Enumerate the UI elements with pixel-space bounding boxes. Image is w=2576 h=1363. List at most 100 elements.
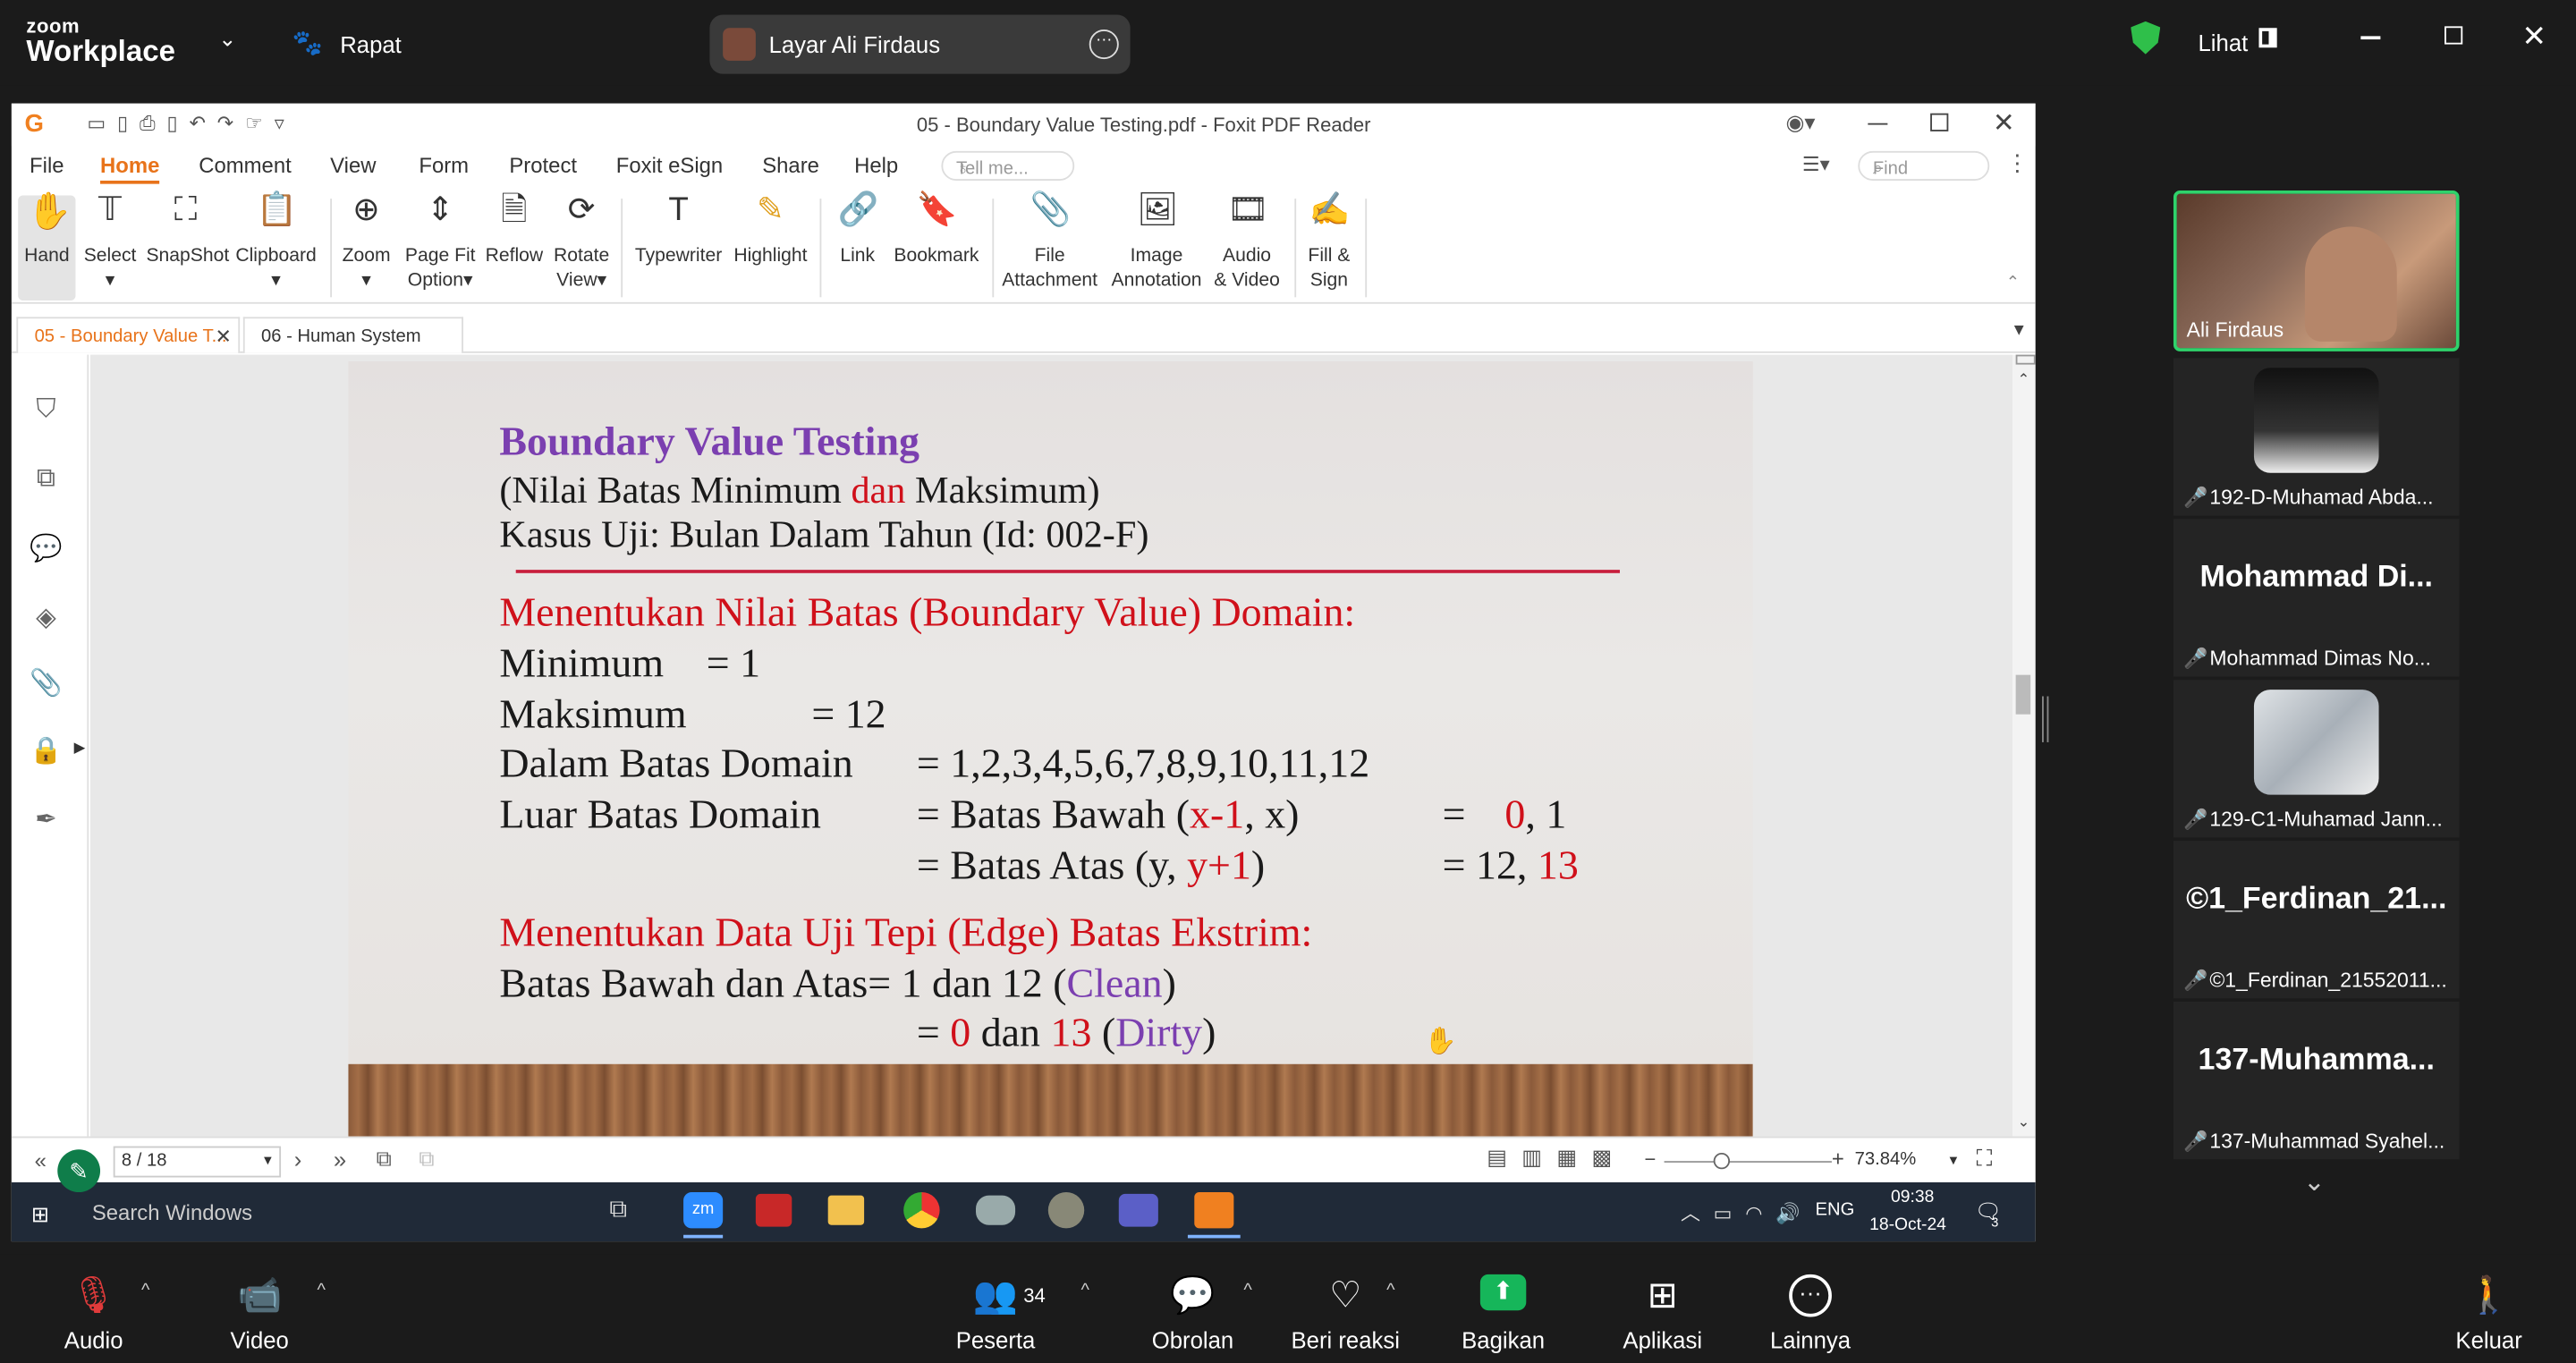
collapse-ribbon-icon[interactable]: ⌃	[2006, 275, 2020, 292]
quick-access-icons[interactable]: ▭▯⎙▯↶↷☞▿	[87, 112, 295, 137]
more-options-icon[interactable]: ···	[1089, 30, 1119, 60]
meeting-label[interactable]: Rapat	[340, 31, 402, 57]
reflow-button[interactable]: 🗎 Reflow	[485, 194, 544, 269]
menu-share[interactable]: Share	[762, 153, 819, 178]
next-view-icon[interactable]: ⧉	[419, 1147, 434, 1173]
select-tool-button[interactable]: 𝕋 Select ▾	[84, 194, 137, 293]
prev-view-icon[interactable]: ⧉	[377, 1147, 392, 1173]
restore-icon[interactable]	[2445, 26, 2463, 45]
app-icon-red[interactable]	[755, 1193, 792, 1227]
tell-me-box[interactable]: ♁ Tell me...	[941, 150, 1075, 181]
language-indicator[interactable]: ENG	[1816, 1200, 1855, 1220]
panel-resize-handle[interactable]	[2042, 696, 2049, 742]
chat-options-icon[interactable]: ^	[1243, 1281, 1251, 1300]
find-options-icon[interactable]: ☰▾	[1802, 153, 1830, 176]
share-button[interactable]: ⬆ Bagikan	[1429, 1274, 1577, 1353]
layers-panel-icon[interactable]: ◈	[30, 601, 63, 634]
app-icon-avatar[interactable]	[1047, 1192, 1085, 1229]
menu-home[interactable]: Home	[100, 153, 160, 184]
tabs-dropdown-icon[interactable]: ▼	[2011, 322, 2027, 340]
clock-time[interactable]: 09:38	[1891, 1188, 1934, 1207]
zoom-button[interactable]: ⊕ Zoom ▾	[338, 194, 394, 293]
fill-sign-button[interactable]: ✍ Fill & Sign	[1301, 194, 1357, 293]
participant-tile[interactable]: ©1_Ferdinan_21... 🎤 ©1_Ferdinan_21552011.…	[2173, 841, 2460, 999]
menu-file[interactable]: File	[30, 153, 64, 178]
typewriter-button[interactable]: T Typewriter	[632, 194, 724, 269]
close-icon[interactable]: ✕	[2521, 20, 2546, 55]
signature-panel-icon[interactable]: ✒	[30, 803, 63, 836]
bookmark-panel-icon[interactable]: ⛉	[30, 396, 63, 429]
next-page-icon[interactable]: ›	[294, 1147, 302, 1173]
last-page-icon[interactable]: »	[334, 1147, 346, 1173]
comments-panel-icon[interactable]: 💬	[30, 532, 63, 565]
audio-options-icon[interactable]: ^	[141, 1281, 149, 1300]
participants-button[interactable]: 👥 Peserta	[921, 1274, 1069, 1353]
security-panel-icon[interactable]: 🔒	[30, 734, 63, 767]
react-button[interactable]: ♡ Beri reaksi	[1272, 1274, 1419, 1353]
find-box[interactable]: ⌕ Find	[1858, 150, 1990, 181]
tray-icons[interactable]: ︿▭◠🔊	[1681, 1198, 1813, 1226]
hand-tool-button[interactable]: ✋ Hand	[18, 193, 76, 301]
page-input[interactable]: 8 / 18 ▼	[113, 1146, 282, 1178]
screen-share-pill[interactable]: Layar Ali Firdaus ···	[709, 14, 1131, 74]
clock-date[interactable]: 18-Oct-24	[1869, 1215, 1946, 1235]
view-mode-icons[interactable]: ▤▥▦▩	[1487, 1145, 1626, 1171]
fx-minimize-icon[interactable]	[1868, 123, 1888, 125]
task-view-icon[interactable]: ⧉	[609, 1196, 627, 1223]
zoom-level-box[interactable]: 73.84% ▼	[1848, 1147, 1963, 1178]
tab-human-system[interactable]: 06 - Human System Inte...	[242, 317, 463, 383]
fullscreen-icon[interactable]: ⛶	[1977, 1145, 1993, 1173]
tab-boundary-value[interactable]: 05 - Boundary Value T... ✕	[16, 317, 241, 354]
react-options-icon[interactable]: ^	[1386, 1281, 1394, 1300]
participant-tile[interactable]: Mohammad Di... 🎤 Mohammad Dimas No...	[2173, 519, 2460, 677]
attachments-panel-icon[interactable]: 📎	[30, 666, 63, 699]
chevron-down-icon[interactable]: ⌄	[218, 26, 236, 52]
view-label[interactable]: Lihat	[2199, 30, 2249, 55]
participant-tile[interactable]: 137-Muhamma... 🎤 137-Muhammad Syahel...	[2173, 1002, 2460, 1160]
windows-start-icon[interactable]: ⊞	[31, 1202, 55, 1227]
file-explorer-icon[interactable]	[827, 1195, 865, 1225]
account-icon[interactable]: ◉▾	[1785, 110, 1815, 136]
audio-video-button[interactable]: 🎞 Audio & Video	[1212, 194, 1281, 293]
scroll-down-icon[interactable]: ⌄	[2017, 1113, 2029, 1131]
app-icon-gray[interactable]	[975, 1195, 1016, 1225]
menu-protect[interactable]: Protect	[509, 153, 577, 178]
bookmark-button[interactable]: 🔖 Bookmark	[892, 194, 980, 269]
document-view[interactable]: Boundary Value Testing (Nilai Batas Mini…	[90, 354, 2012, 1150]
zoom-app-icon[interactable]: zm	[683, 1192, 724, 1229]
teams-icon[interactable]	[1118, 1193, 1158, 1227]
file-attachment-button[interactable]: 📎 File Attachment	[999, 194, 1101, 293]
zoom-in-icon[interactable]: +	[1832, 1147, 1844, 1172]
link-button[interactable]: 🔗 Link	[833, 194, 882, 269]
zoom-slider[interactable]	[1664, 1161, 1832, 1163]
zoom-out-icon[interactable]: −	[1645, 1147, 1657, 1171]
menu-help[interactable]: Help	[854, 153, 898, 178]
video-button[interactable]: 📹 Video	[186, 1274, 334, 1353]
video-options-icon[interactable]: ^	[317, 1281, 325, 1300]
annotate-pen-icon[interactable]: ✎	[57, 1149, 101, 1193]
zoom-slider-thumb[interactable]	[1713, 1152, 1731, 1170]
foxit-taskbar-icon[interactable]	[1194, 1192, 1234, 1229]
leave-button[interactable]: 🚶 Keluar	[2415, 1274, 2563, 1353]
rotate-view-button[interactable]: ⟳ Rotate View▾	[550, 194, 613, 293]
fx-close-icon[interactable]: ✕	[1993, 106, 2015, 140]
expand-panel-icon[interactable]: ▶	[74, 739, 86, 757]
participant-tile-active[interactable]: Ali Firdaus	[2173, 190, 2460, 351]
menu-view[interactable]: View	[330, 153, 376, 178]
snapshot-button[interactable]: ⛶ SnapShot	[146, 194, 229, 269]
menu-form[interactable]: Form	[419, 153, 469, 178]
tab-close-icon[interactable]: ✕	[215, 318, 231, 354]
kebab-icon[interactable]: ⋮	[2006, 149, 2029, 177]
scroll-top-icon[interactable]	[2015, 354, 2036, 365]
apps-button[interactable]: ⊞ Aplikasi	[1589, 1274, 1736, 1353]
participant-tile[interactable]: 🎤 129-C1-Muhamad Jann...	[2173, 680, 2460, 838]
scroll-down-participants-icon[interactable]: ⌄	[2303, 1166, 2326, 1199]
image-annotation-button[interactable]: 🖼 Image Annotation	[1107, 194, 1206, 293]
layout-icon[interactable]	[2258, 28, 2277, 48]
zoom-logo[interactable]: zoom Workplace	[26, 16, 175, 65]
participant-tile[interactable]: 🎤 192-D-Muhamad Abda...	[2173, 358, 2460, 516]
vertical-scrollbar[interactable]: ⌃ ⌄	[2012, 354, 2036, 1137]
scroll-thumb[interactable]	[2015, 674, 2031, 715]
minimize-icon[interactable]	[2360, 36, 2381, 39]
highlight-button[interactable]: ✎ Highlight	[729, 194, 811, 269]
